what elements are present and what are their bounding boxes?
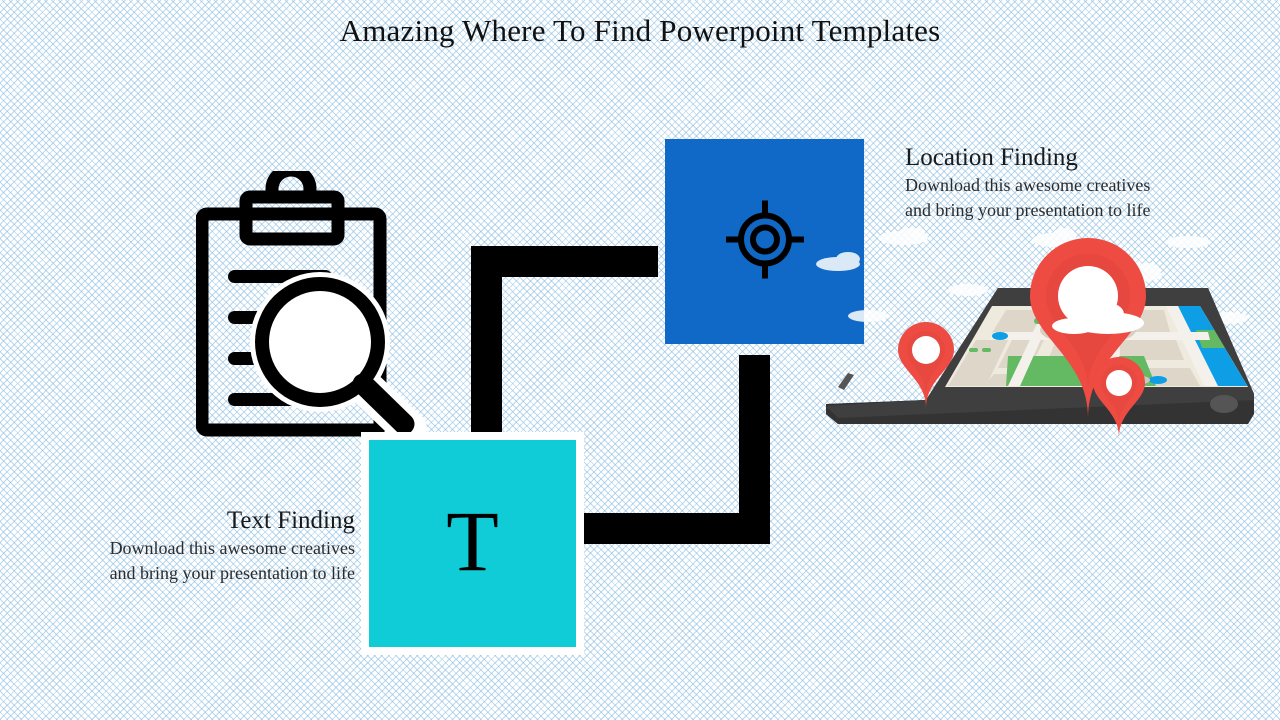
- elbow-connector-lower-horizontal: [583, 513, 770, 544]
- node-icon-square-text[interactable]: T: [361, 432, 584, 655]
- node-body-location-line-1: Download this awesome creatives: [905, 175, 1151, 195]
- elbow-connector-upper-horizontal: [471, 246, 658, 277]
- page-title: Amazing Where To Find Powerpoint Templat…: [339, 13, 941, 48]
- node-body-text-line-2: and bring your presentation to life: [109, 563, 355, 583]
- node-text-text-finding: Text Finding Download this awesome creat…: [30, 505, 355, 586]
- node-heading-text: Text Finding: [226, 507, 355, 534]
- phone-volume-button: [838, 373, 854, 390]
- phone-home-button: [1210, 395, 1238, 413]
- slide-canvas: Amazing Where To Find Powerpoint Templat…: [0, 0, 1280, 720]
- node-heading-location: Location Finding: [905, 144, 1078, 171]
- target-crosshair-icon: [725, 199, 805, 284]
- map-pin-small-right: [1093, 357, 1145, 437]
- node-body-location-line-2: and bring your presentation to life: [905, 200, 1151, 220]
- letter-t-icon: T: [446, 492, 499, 589]
- node-text-location: Location Finding Download this awesome c…: [905, 142, 1235, 223]
- node-body-text-line-1: Download this awesome creatives: [109, 538, 355, 558]
- clipboard-with-magnifier-illustration: [195, 163, 476, 447]
- smartphone-map-with-pins-illustration: [808, 226, 1254, 460]
